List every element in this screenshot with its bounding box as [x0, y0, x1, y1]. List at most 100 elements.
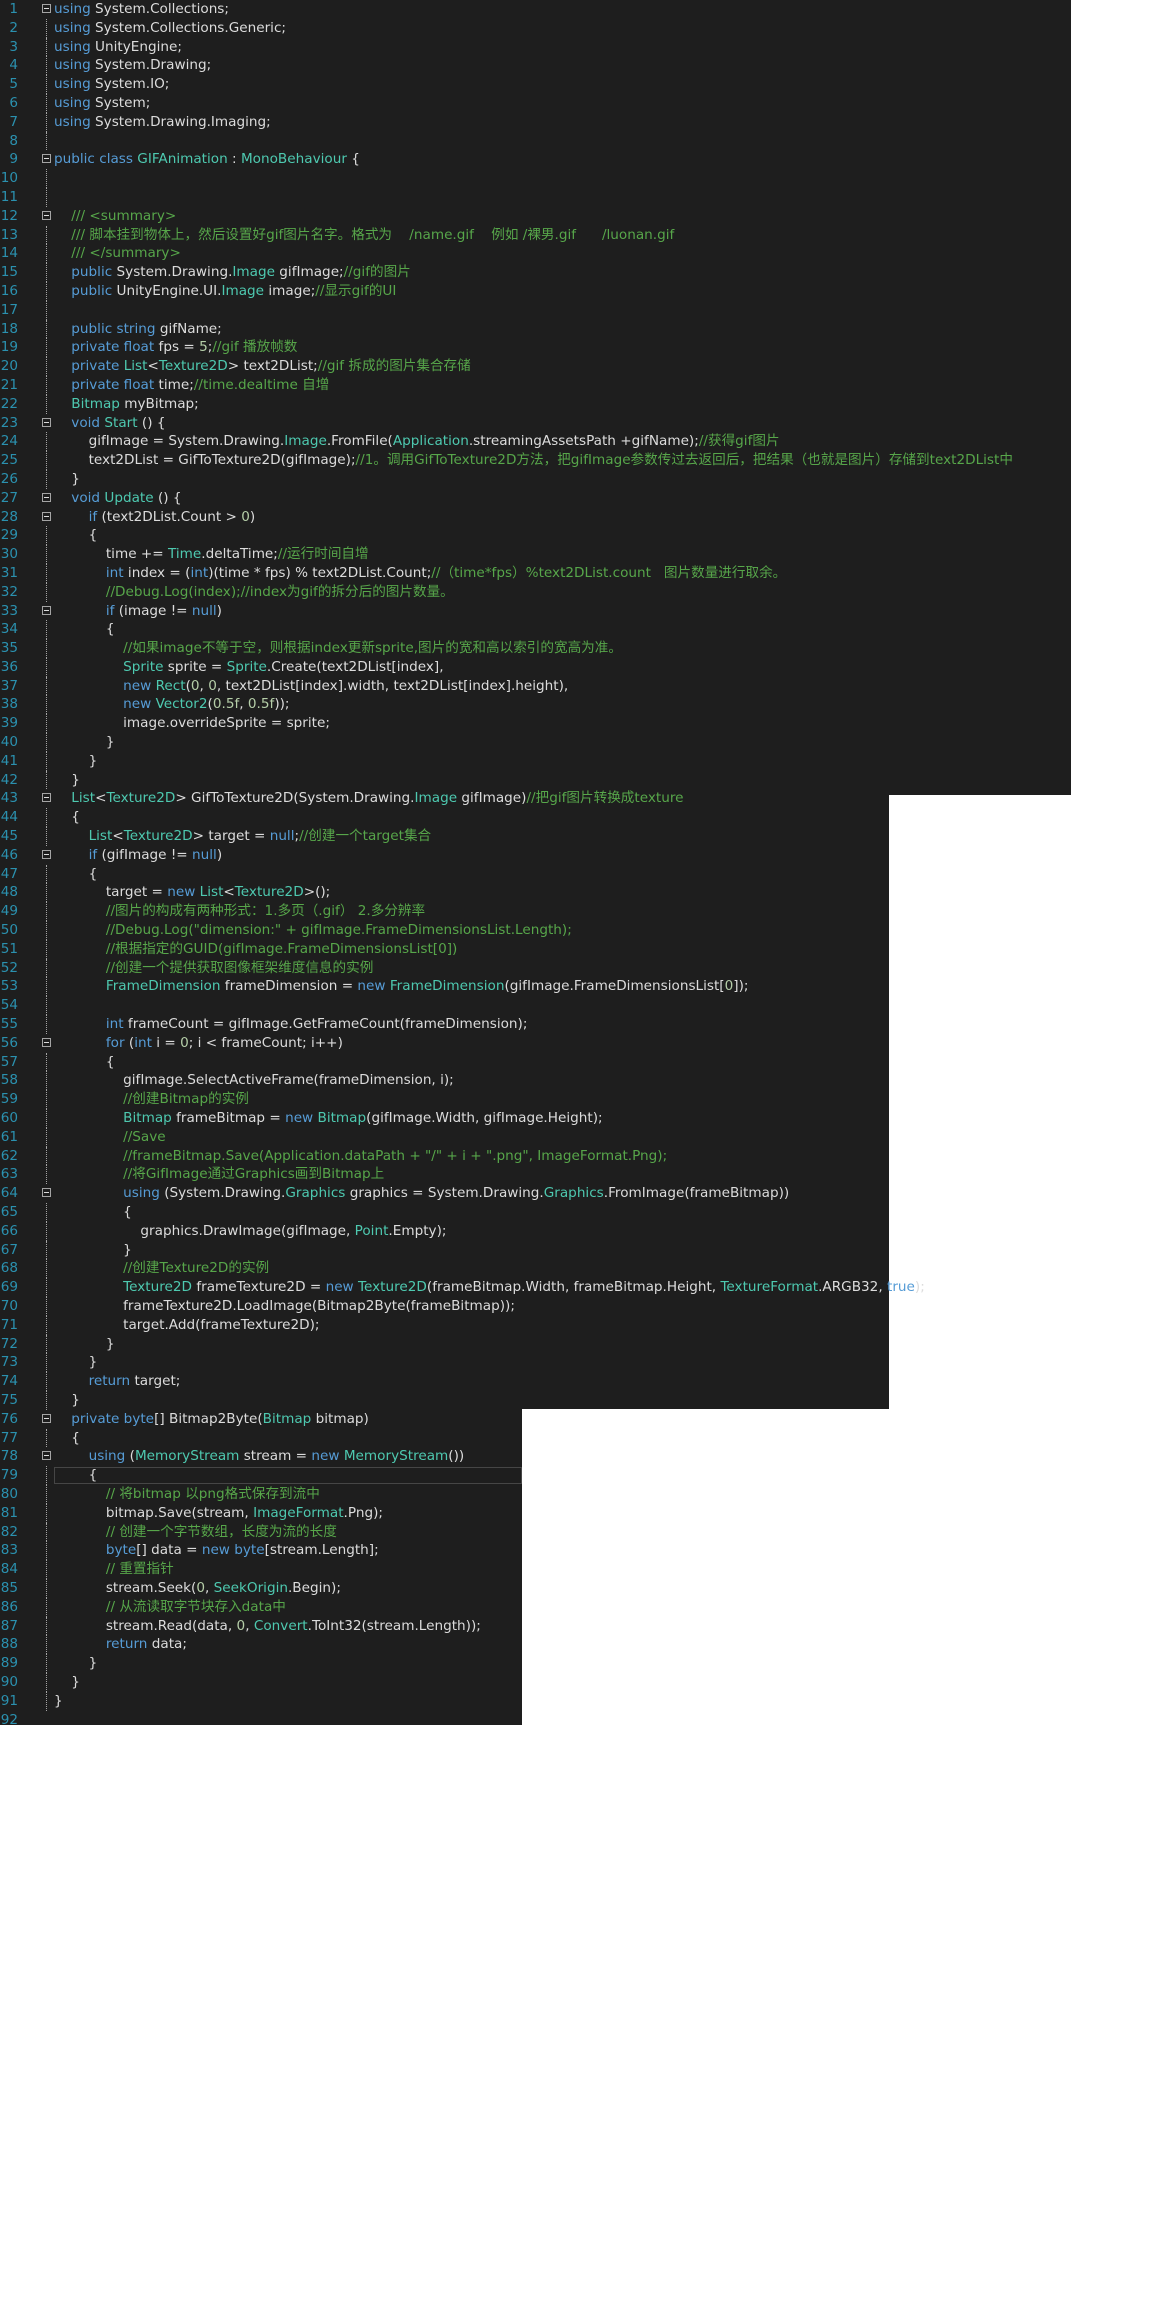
code-line[interactable]: 53 FrameDimension frameDimension = new F… [0, 977, 1155, 997]
code-line[interactable]: 71 target.Add(frameTexture2D); [0, 1315, 1155, 1335]
collapse-box-icon[interactable] [42, 605, 51, 615]
code-line[interactable]: 32 //Debug.Log(index);//index为gif的拆分后的图片… [0, 582, 1155, 602]
code-line[interactable]: 54 [0, 996, 1155, 1016]
collapse-box-icon[interactable] [42, 511, 51, 521]
code-line[interactable]: 72 } [0, 1334, 1155, 1354]
code-line[interactable]: 55 int frameCount = gifImage.GetFrameCou… [0, 1015, 1155, 1034]
collapse-box-icon[interactable] [42, 1413, 51, 1423]
code-line[interactable]: 23 void Start () { [0, 414, 1155, 433]
code-line[interactable]: 14 /// </summary> [0, 244, 1155, 264]
code-line[interactable]: 77 { [0, 1428, 1155, 1448]
code-line[interactable]: 39 image.overrideSprite = sprite; [0, 714, 1155, 734]
code-line[interactable]: 33 if (image != null) [0, 602, 1155, 621]
code-line[interactable]: 47 { [0, 864, 1155, 884]
code-line[interactable]: 24 gifImage = System.Drawing.Image.FromF… [0, 432, 1155, 452]
code-line[interactable]: 81 bitmap.Save(stream, ImageFormat.Png); [0, 1503, 1155, 1523]
code-line[interactable]: 10 [0, 169, 1155, 188]
code-line[interactable]: 30 time += Time.deltaTime;//运行时间自增 [0, 545, 1155, 564]
code-line[interactable]: 19 private float fps = 5;//gif 播放帧数 [0, 338, 1155, 358]
code-line[interactable]: 89 } [0, 1654, 1155, 1673]
code-line[interactable]: 84 // 重置指针 [0, 1560, 1155, 1579]
code-line[interactable]: 63 //将GifImage通过Graphics画到Bitmap上 [0, 1165, 1155, 1185]
code-line[interactable]: 73 } [0, 1353, 1155, 1373]
code-line[interactable]: 45 List<Texture2D> target = null;//创建一个t… [0, 827, 1155, 846]
code-line[interactable]: 21 private float time;//time.dealtime 自增 [0, 375, 1155, 395]
code-line[interactable]: 75 } [0, 1390, 1155, 1410]
code-line[interactable]: 65 { [0, 1203, 1155, 1222]
code-line[interactable]: 90 } [0, 1672, 1155, 1692]
code-line[interactable]: 28 if (text2DList.Count > 0) [0, 508, 1155, 527]
code-line[interactable]: 42 } [0, 770, 1155, 790]
code-line[interactable]: 78 using (MemoryStream stream = new Memo… [0, 1447, 1155, 1466]
code-line[interactable]: 29 { [0, 526, 1155, 546]
code-line[interactable]: 13 /// 脚本挂到物体上，然后设置好gif图片名字。格式为 /name.gi… [0, 225, 1155, 245]
code-line[interactable]: 40 } [0, 733, 1155, 752]
code-editor[interactable]: 1 using System.Collections; 2 using System.… [0, 0, 1155, 1729]
code-line[interactable]: 83 byte[] data = new byte[stream.Length]… [0, 1541, 1155, 1561]
code-line[interactable]: 91} [0, 1691, 1155, 1711]
code-line[interactable]: 56 for (int i = 0; i < frameCount; i++) [0, 1034, 1155, 1053]
code-line[interactable]: 68 //创建Texture2D的实例 [0, 1259, 1155, 1279]
collapse-box-icon[interactable] [42, 793, 51, 803]
code-line[interactable]: 43 List<Texture2D> GifToTexture2D(System… [0, 789, 1155, 808]
code-line[interactable]: 27 void Update () { [0, 489, 1155, 508]
code-line[interactable]: 76 private byte[] Bitmap2Byte(Bitmap bit… [0, 1410, 1155, 1429]
code-line[interactable]: 67 } [0, 1240, 1155, 1260]
code-line[interactable]: 60 Bitmap frameBitmap = new Bitmap(gifIm… [0, 1109, 1155, 1128]
code-line[interactable]: 4 using System.Drawing; [0, 56, 1155, 76]
code-line[interactable]: 41 } [0, 751, 1155, 771]
code-line[interactable]: 70 frameTexture2D.LoadImage(Bitmap2Byte(… [0, 1296, 1155, 1316]
code-line[interactable]: 3 using UnityEngine; [0, 37, 1155, 57]
code-line[interactable]: 79 { [0, 1466, 1155, 1485]
code-line[interactable]: 15 public System.Drawing.Image gifImage;… [0, 263, 1155, 282]
code-line[interactable]: 50 //Debug.Log("dimension:" + gifImage.F… [0, 921, 1155, 940]
code-line[interactable]: 51 //根据指定的GUID(gifImage.FrameDimensionsL… [0, 939, 1155, 959]
code-line[interactable]: 58 gifImage.SelectActiveFrame(frameDimen… [0, 1071, 1155, 1091]
code-line[interactable]: 20 private List<Texture2D> text2DList;//… [0, 357, 1155, 376]
code-line[interactable]: 88 return data; [0, 1635, 1155, 1655]
code-line[interactable]: 80 // 将bitmap 以png格式保存到流中 [0, 1484, 1155, 1504]
code-line[interactable]: 16 public UnityEngine.UI.Image image;//显… [0, 281, 1155, 301]
code-line[interactable]: 26 } [0, 469, 1155, 489]
code-line[interactable]: 35 //如果image不等于空，则根据index更新sprite,图片的宽和高… [0, 639, 1155, 658]
code-line[interactable]: 48 target = new List<Texture2D>(); [0, 883, 1155, 903]
code-line[interactable]: 2 using System.Collections.Generic; [0, 18, 1155, 38]
code-line[interactable]: 36 Sprite sprite = Sprite.Create(text2DL… [0, 657, 1155, 677]
collapse-box-icon[interactable] [42, 492, 51, 502]
code-line[interactable]: 69 Texture2D frameTexture2D = new Textur… [0, 1278, 1155, 1297]
collapse-box-icon[interactable] [42, 4, 51, 13]
code-line[interactable]: 31 int index = (int)(time * fps) % text2… [0, 563, 1155, 583]
code-line[interactable]: 12 /// <summary> [0, 207, 1155, 226]
code-line[interactable]: 52 //创建一个提供获取图像框架维度信息的实例 [0, 958, 1155, 978]
code-line[interactable]: 5 using System.IO; [0, 75, 1155, 94]
code-line[interactable]: 7 using System.Drawing.Imaging; [0, 112, 1155, 132]
code-line[interactable]: 46 if (gifImage != null) [0, 846, 1155, 865]
code-line[interactable]: 86 // 从流读取字节块存入data中 [0, 1597, 1155, 1617]
code-line[interactable]: 92 [0, 1711, 1155, 1730]
code-line[interactable]: 85 stream.Seek(0, SeekOrigin.Begin); [0, 1578, 1155, 1598]
collapse-box-icon[interactable] [42, 1037, 51, 1047]
collapse-box-icon[interactable] [42, 417, 51, 427]
code-line[interactable]: 25 text2DList = GifToTexture2D(gifImage)… [0, 451, 1155, 470]
code-line[interactable]: 38 new Vector2(0.5f, 0.5f)); [0, 695, 1155, 715]
collapse-box-icon[interactable] [42, 1451, 51, 1461]
code-line[interactable]: 74 return target; [0, 1372, 1155, 1391]
code-line[interactable]: 59 //创建Bitmap的实例 [0, 1090, 1155, 1110]
code-line[interactable]: 17 [0, 300, 1155, 320]
code-line[interactable]: 18 public string gifName; [0, 319, 1155, 339]
collapse-box-icon[interactable] [42, 210, 51, 220]
code-line[interactable]: 9 public class GIFAnimation : MonoBehavio… [0, 150, 1155, 169]
code-line[interactable]: 44 { [0, 808, 1155, 828]
code-line[interactable]: 66 graphics.DrawImage(gifImage, Point.Em… [0, 1221, 1155, 1241]
code-line[interactable]: 49 //图片的构成有两种形式：1.多页（.gif） 2.多分辨率 [0, 902, 1155, 922]
code-line[interactable]: 64 using (System.Drawing.Graphics graphi… [0, 1184, 1155, 1203]
collapse-box-icon[interactable] [42, 154, 51, 164]
code-line[interactable]: 22 Bitmap myBitmap; [0, 394, 1155, 414]
code-line[interactable]: 6 using System; [0, 93, 1155, 113]
code-line[interactable]: 57 { [0, 1052, 1155, 1072]
code-line[interactable]: 37 new Rect(0, 0, text2DList[index].widt… [0, 676, 1155, 696]
code-line[interactable]: 1 using System.Collections; [0, 0, 1155, 19]
code-line[interactable]: 8 [0, 131, 1155, 151]
code-line[interactable]: 11 [0, 187, 1155, 207]
code-line[interactable]: 87 stream.Read(data, 0, Convert.ToInt32(… [0, 1616, 1155, 1636]
